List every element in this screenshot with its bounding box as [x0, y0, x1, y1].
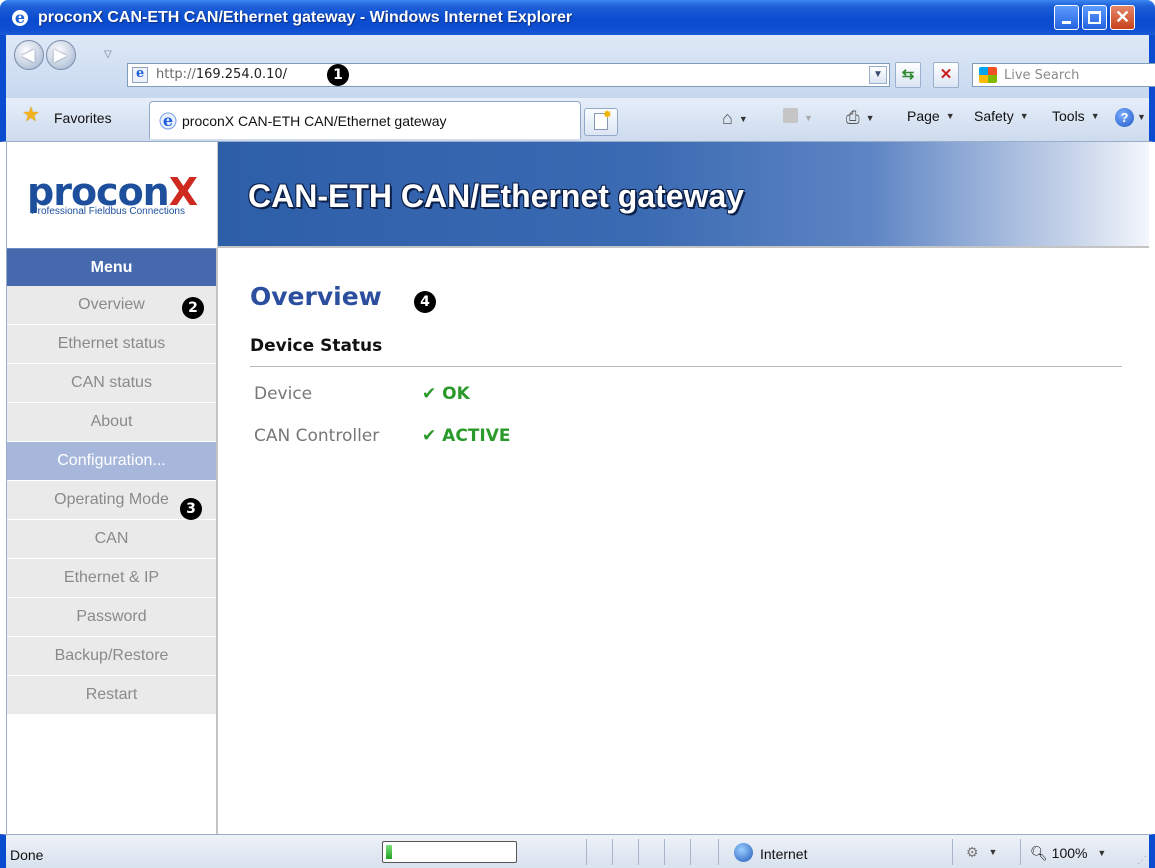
internet-zone-icon: [734, 843, 753, 862]
menu-item-can-status[interactable]: CAN status: [7, 364, 216, 403]
address-dropdown-button[interactable]: ▼: [869, 66, 887, 84]
help-button[interactable]: ? ▼: [1115, 108, 1146, 127]
forward-arrow-icon: ▶: [54, 47, 67, 64]
can-controller-label: CAN Controller: [254, 426, 380, 446]
status-separator: [952, 839, 953, 865]
section-title: Device Status: [250, 336, 383, 356]
rss-feed-icon: [783, 108, 798, 123]
back-arrow-icon: ◀: [22, 47, 35, 64]
device-label: Device: [254, 384, 313, 404]
progress-bar: [382, 841, 517, 863]
callout-3: 3: [180, 498, 202, 520]
tab-ie-icon: e: [159, 111, 177, 130]
main-content: Overview Device Status Device ✔ OK CAN C…: [220, 250, 1149, 834]
window-title: proconX CAN-ETH CAN/Ethernet gateway - W…: [38, 9, 573, 26]
security-zone[interactable]: Internet: [760, 846, 807, 862]
minimize-icon: [1062, 21, 1071, 24]
zoom-magnifier-icon: 🔍︎: [1030, 845, 1048, 861]
zoom-control[interactable]: 🔍︎ 100% ▼: [1030, 845, 1106, 862]
status-text: Done: [10, 847, 44, 863]
page-title: Overview: [250, 282, 382, 311]
progress-fill: [386, 845, 392, 859]
page-menu[interactable]: Page ▼: [907, 108, 955, 124]
page-banner: CAN-ETH CAN/Ethernet gateway: [218, 142, 1149, 248]
home-dropdown-icon: ▼: [738, 114, 748, 124]
menu-item-configuration[interactable]: Configuration...: [7, 442, 216, 481]
callout-2: 2: [182, 297, 204, 319]
svg-text:e: e: [163, 111, 173, 130]
status-separator: [664, 839, 665, 865]
close-icon: ✕: [1115, 7, 1131, 27]
page-dropdown-icon: ▼: [945, 111, 955, 121]
browser-tab[interactable]: e proconX CAN-ETH CAN/Ethernet gateway: [149, 101, 581, 139]
page-viewport: proconX Professional Fieldbus Connection…: [6, 142, 1149, 834]
maximize-button[interactable]: [1082, 5, 1107, 30]
protected-mode-dropdown-icon: ▼: [988, 847, 998, 857]
minimize-button[interactable]: [1054, 5, 1079, 30]
status-bar: Done Internet ⚙ ▼ 🔍︎ 100% ▼ ⋰: [0, 834, 1155, 868]
device-status-value: ✔ OK: [422, 384, 470, 404]
refresh-button[interactable]: ⇆: [895, 62, 921, 88]
new-tab-button[interactable]: [584, 108, 618, 136]
sidebar-menu: Menu Overview Ethernet status CAN status…: [7, 248, 218, 834]
stop-button[interactable]: ✕: [933, 62, 959, 88]
status-separator: [1020, 839, 1021, 865]
callout-1: 1: [327, 64, 349, 86]
callout-4: 4: [414, 291, 436, 313]
print-button[interactable]: ⎙ ▼: [846, 108, 875, 128]
status-separator: [586, 839, 587, 865]
new-tab-icon: [594, 108, 612, 130]
can-controller-status-value: ✔ ACTIVE: [422, 426, 511, 446]
close-button[interactable]: ✕: [1110, 5, 1135, 30]
menu-item-can[interactable]: CAN: [7, 520, 216, 559]
menu-item-ethernet-status[interactable]: Ethernet status: [7, 325, 216, 364]
status-separator: [690, 839, 691, 865]
menu-header: Menu: [7, 248, 216, 286]
address-bar[interactable]: e http://169.254.0.10/ ▼: [127, 63, 890, 87]
status-separator: [612, 839, 613, 865]
safety-dropdown-icon: ▼: [1019, 111, 1029, 121]
address-url[interactable]: http://169.254.0.10/: [156, 67, 287, 82]
status-separator: [718, 839, 719, 865]
recent-pages-dropdown[interactable]: ▽: [104, 49, 112, 60]
page-icon: e: [132, 66, 148, 83]
svg-text:e: e: [15, 8, 25, 27]
section-divider: [250, 366, 1122, 367]
proconx-logo[interactable]: proconX Professional Fieldbus Connection…: [7, 142, 218, 248]
safety-menu[interactable]: Safety ▼: [974, 108, 1029, 124]
zoom-dropdown-icon: ▼: [1097, 848, 1107, 858]
window-title-bar[interactable]: e proconX CAN-ETH CAN/Ethernet gateway -…: [0, 0, 1155, 35]
tools-dropdown-icon: ▼: [1090, 111, 1100, 121]
tools-menu[interactable]: Tools ▼: [1052, 108, 1100, 124]
menu-item-restart[interactable]: Restart: [7, 676, 216, 715]
help-icon: ?: [1115, 108, 1134, 127]
home-button[interactable]: ⌂ ▼: [722, 108, 748, 129]
live-search-placeholder: Live Search: [1004, 68, 1080, 83]
back-button[interactable]: ◀: [14, 40, 44, 70]
status-separator: [638, 839, 639, 865]
favorites-star-icon: ★: [22, 104, 40, 126]
resize-grip-icon[interactable]: ⋰: [1137, 855, 1147, 866]
live-search-box[interactable]: Live Search: [972, 63, 1155, 87]
protected-mode-icon: ⚙: [966, 844, 979, 860]
menu-item-ethernet-ip[interactable]: Ethernet & IP: [7, 559, 216, 598]
maximize-icon: [1088, 11, 1101, 24]
menu-item-password[interactable]: Password: [7, 598, 216, 637]
forward-button[interactable]: ▶: [46, 40, 76, 70]
banner-title: CAN-ETH CAN/Ethernet gateway: [248, 178, 745, 214]
help-dropdown-icon: ▼: [1137, 112, 1146, 122]
menu-item-backup-restore[interactable]: Backup/Restore: [7, 637, 216, 676]
print-dropdown-icon: ▼: [865, 113, 875, 123]
favorites-tab-bar: ★ Favorites e proconX CAN-ETH CAN/Ethern…: [0, 98, 1155, 142]
internet-explorer-icon: e: [12, 8, 28, 27]
live-search-icon: [979, 67, 997, 83]
protected-mode-button[interactable]: ⚙ ▼: [966, 844, 997, 861]
menu-item-about[interactable]: About: [7, 403, 216, 442]
printer-icon: ⎙: [846, 108, 860, 127]
feeds-dropdown-icon: ▼: [804, 113, 813, 123]
feeds-button[interactable]: ▼: [783, 108, 813, 126]
logo-tagline: Professional Fieldbus Connections: [31, 206, 185, 217]
tab-title: proconX CAN-ETH CAN/Ethernet gateway: [182, 113, 447, 129]
home-icon: ⌂: [722, 108, 733, 128]
